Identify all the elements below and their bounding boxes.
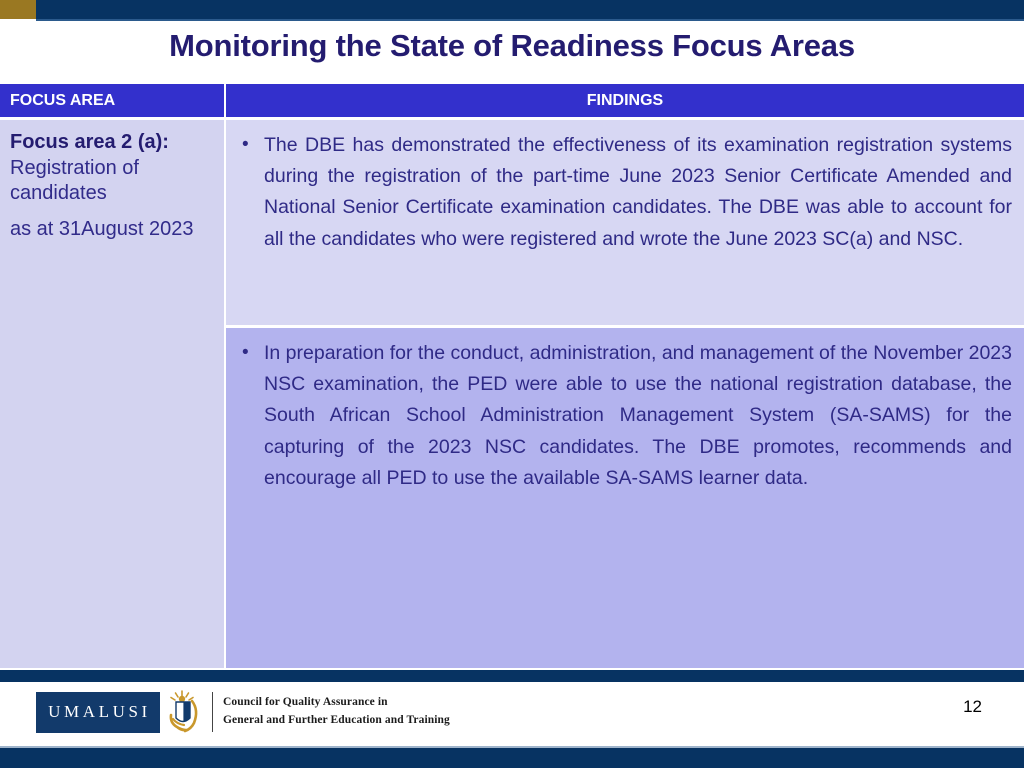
top-bar-navy-underline (36, 19, 1024, 21)
focus-area-label: Focus area 2 (a): (10, 131, 169, 153)
finding-bullet-item: • The DBE has demonstrated the effective… (236, 130, 1012, 255)
bullet-icon: • (242, 134, 249, 155)
umalusi-tagline-line-2: General and Further Education and Traini… (223, 714, 450, 726)
umalusi-wordmark: UMALUSI (36, 691, 160, 733)
finding-text-2: In preparation for the conduct, administ… (264, 342, 1012, 489)
umalusi-tagline-line-1: Council for Quality Assurance in (223, 696, 388, 709)
page-number: 12 (963, 697, 982, 716)
footer-navy-bar-bottom (0, 748, 1024, 768)
top-bar-navy (36, 0, 1024, 19)
findings-cell-row-2: • In preparation for the conduct, admini… (226, 328, 1024, 668)
focus-area-description: Registration of candidates (10, 156, 139, 205)
umalusi-logo: UMALUSI Council for Quality Assurance in… (36, 690, 450, 734)
column-header-focus-area: FOCUS AREA (0, 84, 224, 117)
footer-navy-bar-top (0, 670, 1024, 682)
column-header-findings: FINDINGS (226, 84, 1024, 117)
finding-bullet-item: • In preparation for the conduct, admini… (236, 338, 1012, 494)
top-bar-gold-accent (0, 0, 36, 19)
umalusi-emblem-icon (166, 690, 206, 734)
focus-area-title-line: Focus area 2 (a): Registration of candid… (10, 130, 212, 207)
top-decorative-bar (0, 0, 1024, 21)
focus-area-cell: Focus area 2 (a): Registration of candid… (0, 120, 224, 668)
logo-divider (212, 692, 213, 732)
umalusi-tagline: Council for Quality Assurance in General… (223, 694, 450, 730)
finding-text-1: The DBE has demonstrated the effectivene… (264, 134, 1012, 250)
umalusi-emblem-svg (169, 690, 198, 733)
table-body: Focus area 2 (a): Registration of candid… (0, 120, 1024, 668)
findings-cell-row-1: • The DBE has demonstrated the effective… (226, 120, 1024, 325)
table-header-row: FOCUS AREA FINDINGS (0, 84, 1024, 117)
findings-table: FOCUS AREA FINDINGS Focus area 2 (a): Re… (0, 84, 1024, 668)
focus-area-as-at: as at 31August 2023 (10, 217, 194, 240)
bullet-icon: • (242, 342, 249, 363)
slide-title: Monitoring the State of Readiness Focus … (169, 28, 855, 63)
